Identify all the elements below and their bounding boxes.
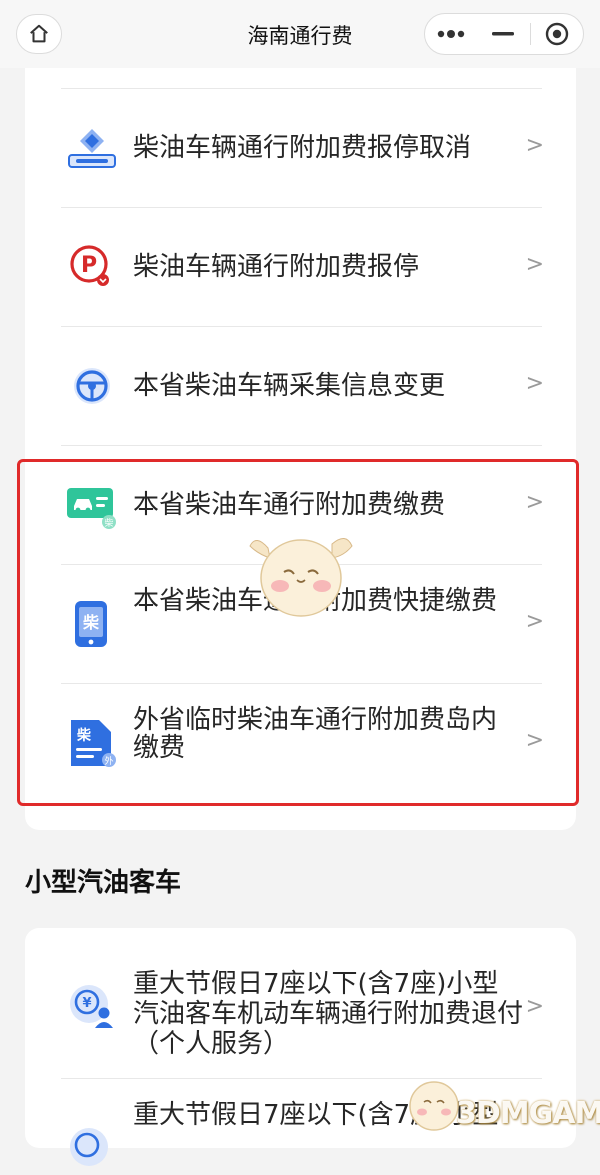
card-car-icon: 柴 [67, 488, 116, 529]
mascot-icon [249, 538, 353, 617]
chevron-right-icon: > [525, 371, 544, 396]
svg-text:柴: 柴 [76, 727, 92, 744]
section-title-gasoline: 小型汽油客车 [25, 868, 182, 898]
mini-program-navbar: 海南通行费 [0, 0, 600, 68]
target-close-icon [545, 22, 569, 46]
more-dots-icon [437, 30, 465, 38]
parking-icon: P [70, 245, 109, 286]
list-item-label: 柴油车辆通行附加费报停 [133, 252, 420, 282]
chevron-right-icon: > [525, 994, 544, 1019]
list-item-label: 本省柴油车通行附加费缴费 [133, 490, 446, 520]
home-button[interactable] [16, 14, 62, 54]
phone-chai-icon: 柴 [75, 601, 107, 647]
list-item-holiday-refund[interactable]: ¥ 重大节假日7座以下(含7座)小型汽油客车机动车辆通行附加费退付（个人服务） … [25, 940, 576, 1078]
close-button[interactable] [531, 14, 583, 54]
capsule-menu [424, 13, 584, 55]
yuan-person-icon: ¥ [70, 985, 113, 1028]
list-item-label: 柴油车辆通行附加费报停取消 [133, 133, 472, 163]
list-item-out-of-province-pay[interactable]: 柴 外 外省临时柴油车通行附加费岛内缴费 > [25, 684, 576, 802]
list-item-label: 重大节假日7座以下(含7座)小型汽油客车机动车辆通行附加费退付（个人服务） [133, 969, 524, 1059]
home-icon [30, 24, 48, 43]
yuan-icon [70, 1128, 108, 1166]
list-item-label: 本省柴油车辆采集信息变更 [133, 371, 446, 401]
more-button[interactable] [425, 14, 477, 54]
list-item-label: 外省临时柴油车通行附加费岛内缴费 [133, 705, 498, 763]
chevron-right-icon: > [525, 490, 544, 515]
document-chai-icon: 柴 外 [71, 720, 116, 767]
svg-text:柴: 柴 [82, 613, 100, 632]
chevron-right-icon: > [525, 252, 544, 277]
chevron-right-icon: > [525, 133, 544, 158]
minimize-button[interactable] [477, 14, 529, 54]
list-item-info-change[interactable]: 本省柴油车辆采集信息变更 > [25, 327, 576, 445]
stamp-icon [68, 129, 116, 168]
svg-text:外: 外 [104, 755, 113, 767]
diesel-services-card: 柴油车辆通行附加费报停取消 > P 柴油车辆通行附加费报停 > 本省柴油车辆采集… [25, 48, 576, 830]
minimize-icon [492, 32, 515, 36]
watermark: 3DMGAME [456, 1096, 600, 1131]
list-item-stop-report[interactable]: P 柴油车辆通行附加费报停 > [25, 208, 576, 326]
svg-text:¥: ¥ [82, 996, 91, 1011]
svg-text:P: P [81, 253, 97, 278]
svg-text:柴: 柴 [104, 517, 113, 529]
watermark-mascot-icon [409, 1081, 459, 1131]
chevron-right-icon: > [525, 728, 544, 753]
list-item-stop-report-cancel[interactable]: 柴油车辆通行附加费报停取消 > [25, 89, 576, 207]
steering-wheel-icon [74, 368, 110, 404]
chevron-right-icon: > [525, 609, 544, 634]
